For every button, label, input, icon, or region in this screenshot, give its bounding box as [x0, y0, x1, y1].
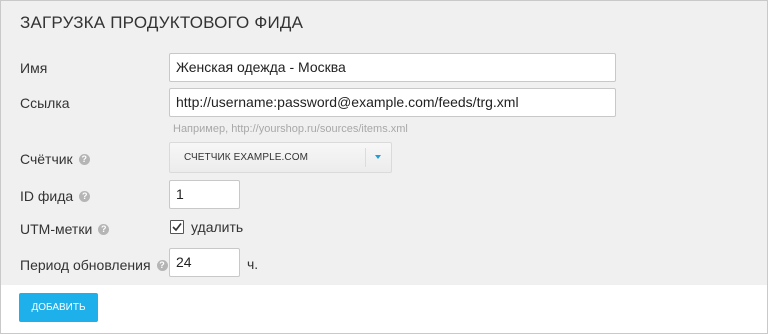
counter-select-value: СЧЕТЧИК EXAMPLE.COM	[184, 152, 309, 163]
link-input[interactable]: http://username:password@example.com/fee…	[169, 88, 616, 117]
utm-label: UTM-метки ?	[20, 221, 110, 237]
counter-label-text: Счётчик	[20, 151, 73, 167]
period-unit: ч.	[247, 256, 259, 272]
period-label: Период обновления ?	[20, 257, 168, 273]
counter-label: Счётчик ?	[20, 151, 90, 167]
name-label-text: Имя	[20, 60, 48, 76]
select-divider	[365, 148, 366, 167]
feed-id-input[interactable]: 1	[169, 180, 240, 209]
link-label: Ссылка	[20, 95, 70, 111]
utm-label-text: UTM-метки	[20, 221, 93, 237]
add-button[interactable]: ДОБАВИТЬ	[19, 293, 98, 322]
page-title: ЗАГРУЗКА ПРОДУКТОВОГО ФИДА	[20, 13, 304, 32]
help-icon[interactable]: ?	[156, 259, 168, 271]
counter-select[interactable]: СЧЕТЧИК EXAMPLE.COM	[169, 142, 392, 173]
period-label-text: Период обновления	[20, 257, 151, 273]
help-icon[interactable]: ?	[79, 190, 91, 202]
name-input[interactable]: Женская одежда - Москва	[169, 53, 616, 82]
utm-remove-checkbox[interactable]	[170, 220, 184, 234]
chevron-down-icon[interactable]	[375, 155, 381, 159]
feed-id-label-text: ID фида	[20, 188, 74, 204]
help-icon[interactable]: ?	[98, 223, 110, 235]
link-hint: Например, http://yourshop.ru/sources/ite…	[173, 123, 408, 135]
utm-remove-label[interactable]: удалить	[191, 219, 243, 235]
period-input[interactable]: 24	[169, 248, 240, 277]
help-icon[interactable]: ?	[78, 153, 90, 165]
footer-bar	[1, 285, 767, 333]
feed-upload-panel: ЗАГРУЗКА ПРОДУКТОВОГО ФИДА Имя Женская о…	[0, 0, 768, 334]
checkmark-icon	[172, 223, 182, 232]
name-label: Имя	[20, 60, 47, 76]
link-label-text: Ссылка	[20, 95, 70, 111]
feed-id-label: ID фида ?	[20, 188, 91, 204]
